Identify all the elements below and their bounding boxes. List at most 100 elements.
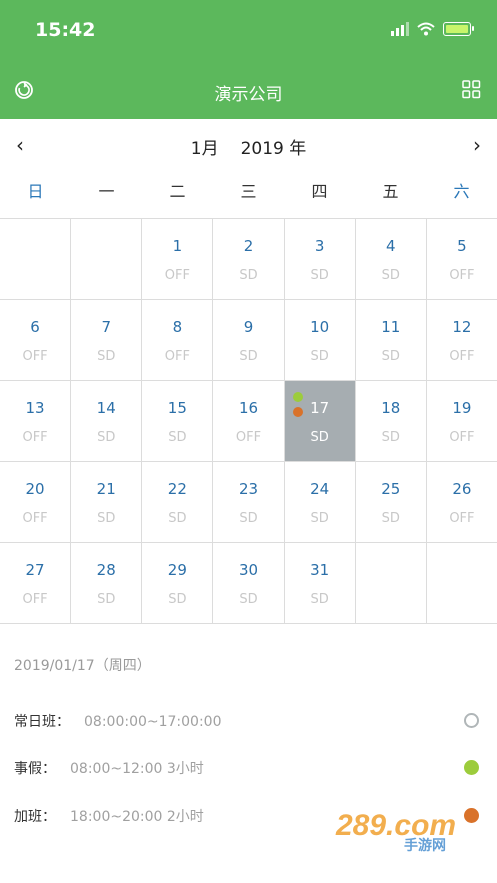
- calendar-day-cell[interactable]: 15 SD: [142, 381, 214, 461]
- day-number: 1: [172, 237, 183, 255]
- calendar-week-row: 1 OFF 2 SD 3 SD 4 SD 5 OFF: [0, 219, 497, 300]
- calendar-day-cell[interactable]: 5 OFF: [427, 219, 497, 299]
- detail-date: 2019/01/17（周四）: [14, 658, 151, 674]
- shift-code: SD: [97, 349, 116, 364]
- calendar-day-cell[interactable]: 10 SD: [285, 300, 356, 380]
- schedule-item-leave[interactable]: 事假： 08:00~12:00 3小时: [14, 758, 484, 782]
- calendar-empty-cell: [356, 543, 427, 623]
- day-number: 9: [243, 318, 254, 336]
- battery-icon: [443, 22, 474, 36]
- calendar-empty-cell: [71, 219, 143, 299]
- calendar-day-cell[interactable]: 28 SD: [71, 543, 143, 623]
- schedule-value: 08:00:00~17:00:00: [84, 714, 222, 730]
- calendar-day-cell[interactable]: 30 SD: [213, 543, 285, 623]
- shift-code: SD: [168, 592, 187, 607]
- shift-code: OFF: [22, 592, 48, 607]
- shift-code: SD: [97, 430, 116, 445]
- calendar-day-cell[interactable]: 12 OFF: [427, 300, 497, 380]
- day-number: 3: [314, 237, 325, 255]
- shift-code: OFF: [449, 349, 475, 364]
- calendar-day-cell[interactable]: 23 SD: [213, 462, 285, 542]
- weekday-fri: 五: [382, 182, 399, 201]
- calendar-day-cell[interactable]: 8 OFF: [142, 300, 214, 380]
- watermark-logo: 289.com 手游网: [335, 809, 456, 853]
- day-number: 25: [381, 480, 401, 498]
- calendar-day-cell[interactable]: 1 OFF: [142, 219, 214, 299]
- day-number: 11: [381, 318, 401, 336]
- shift-code: SD: [310, 268, 329, 283]
- calendar-day-cell[interactable]: 20 OFF: [0, 462, 72, 542]
- shift-code: SD: [168, 430, 187, 445]
- shift-code: SD: [381, 349, 400, 364]
- calendar-day-cell[interactable]: 6 OFF: [0, 300, 72, 380]
- shift-code: SD: [381, 268, 400, 283]
- calendar-empty-cell: [427, 543, 497, 623]
- calendar-day-cell[interactable]: 22 SD: [142, 462, 214, 542]
- calendar-day-cell[interactable]: 27 OFF: [0, 543, 72, 623]
- calendar-day-cell[interactable]: 21 SD: [71, 462, 143, 542]
- shift-code: SD: [310, 430, 329, 445]
- shift-code: SD: [310, 349, 329, 364]
- status-icons: [391, 22, 474, 36]
- next-month-button[interactable]: ›: [463, 133, 481, 157]
- day-number: 24: [310, 480, 330, 498]
- shift-code: OFF: [449, 268, 475, 283]
- calendar-day-cell[interactable]: 19 OFF: [427, 381, 497, 461]
- day-number: 12: [452, 318, 472, 336]
- status-dot-icon: [464, 760, 479, 775]
- shift-code: SD: [239, 511, 258, 526]
- shift-code: SD: [97, 511, 116, 526]
- day-number: 30: [238, 561, 259, 579]
- shift-code: SD: [239, 592, 258, 607]
- schedule-value: 18:00~20:00 2小时: [70, 809, 204, 825]
- weekday-thu: 四: [311, 182, 328, 201]
- shift-code: SD: [239, 349, 258, 364]
- grid-icon[interactable]: [462, 80, 481, 99]
- calendar-day-cell[interactable]: 3 SD: [285, 219, 356, 299]
- calendar-day-cell[interactable]: 4 SD: [356, 219, 427, 299]
- schedule-item-shift[interactable]: 常日班： 08:00:00~17:00:00: [14, 711, 484, 735]
- watermark-sub: 手游网: [404, 837, 446, 853]
- status-circle-icon: [464, 713, 479, 728]
- status-time: 15:42: [35, 19, 96, 41]
- day-number: 16: [238, 399, 259, 417]
- calendar-day-cell[interactable]: 26 OFF: [427, 462, 497, 542]
- shift-code: OFF: [164, 268, 190, 283]
- calendar-week-row: 6 OFF 7 SD 8 OFF 9 SD 10 SD 11 SD 12 OFF: [0, 300, 497, 381]
- calendar-day-cell[interactable]: 16 OFF: [213, 381, 285, 461]
- calendar-day-cell[interactable]: 9 SD: [213, 300, 285, 380]
- day-number: 8: [172, 318, 183, 336]
- month-text: 1月: [190, 139, 219, 159]
- shift-code: OFF: [449, 511, 475, 526]
- schedule-label: 常日班：: [14, 714, 70, 730]
- signal-icon: [391, 22, 409, 36]
- calendar-day-cell[interactable]: 31 SD: [285, 543, 356, 623]
- calendar-day-cell[interactable]: 2 SD: [213, 219, 285, 299]
- day-number: 7: [101, 318, 111, 336]
- calendar-week-row: 13 OFF 14 SD 15 SD 16 OFF 17 SD 18 SD 19 OFF: [0, 381, 497, 462]
- day-number: 21: [96, 480, 116, 498]
- day-number: 10: [310, 318, 330, 336]
- day-number: 5: [457, 237, 467, 255]
- shift-code: SD: [381, 511, 400, 526]
- calendar-day-cell[interactable]: 18 SD: [356, 381, 427, 461]
- day-number: 29: [167, 561, 187, 579]
- calendar-day-cell[interactable]: 17 SD: [284, 381, 356, 461]
- weekday-sat: 六: [453, 182, 470, 201]
- day-number: 27: [25, 561, 45, 579]
- calendar-day-cell[interactable]: 24 SD: [285, 462, 356, 542]
- schedule-label: 加班：: [14, 809, 56, 825]
- calendar-day-cell[interactable]: 7 SD: [71, 300, 143, 380]
- calendar-day-cell[interactable]: 25 SD: [356, 462, 427, 542]
- shift-code: SD: [239, 268, 258, 283]
- day-number: 20: [25, 480, 45, 498]
- calendar-day-cell[interactable]: 29 SD: [142, 543, 214, 623]
- calendar-empty-cell: [0, 219, 72, 299]
- calendar-week-row: 27 OFF 28 SD 29 SD 30 SD 31 SD: [0, 543, 497, 624]
- day-number: 31: [310, 561, 330, 579]
- calendar-day-cell[interactable]: 13 OFF: [0, 381, 72, 461]
- shift-code: SD: [310, 511, 329, 526]
- calendar-day-cell[interactable]: 11 SD: [356, 300, 427, 380]
- calendar-day-cell[interactable]: 14 SD: [71, 381, 143, 461]
- shift-code: SD: [97, 592, 116, 607]
